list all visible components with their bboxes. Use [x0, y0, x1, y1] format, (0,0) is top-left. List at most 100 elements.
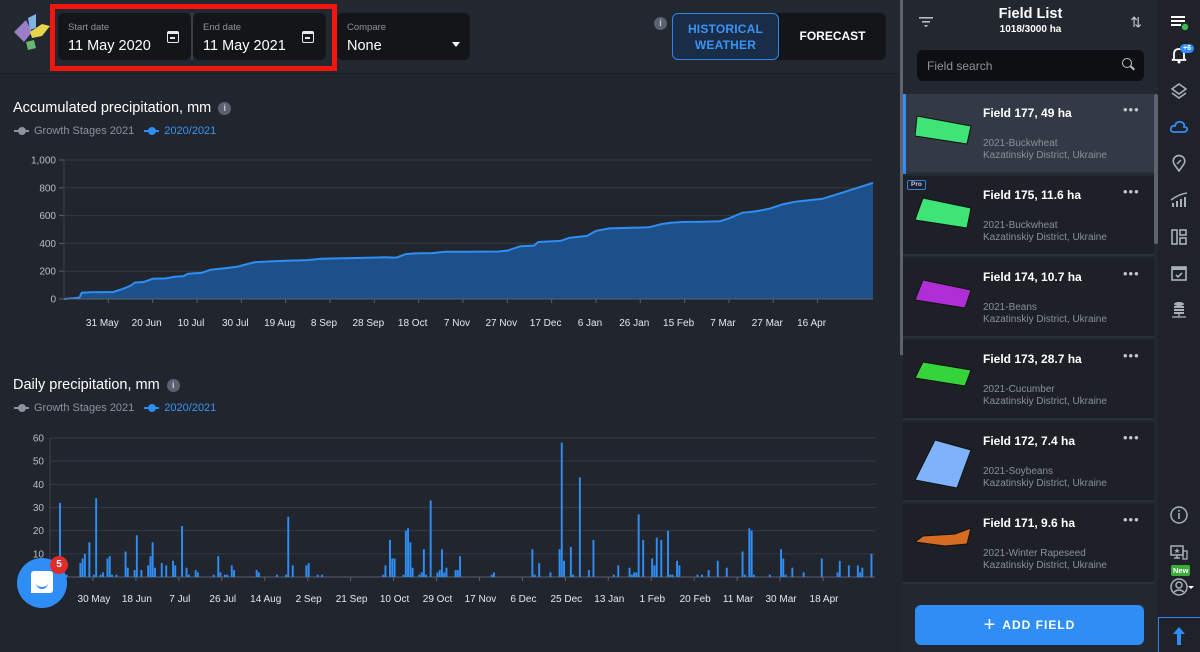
- field-name: Field 174, 10.7 ha: [983, 270, 1082, 284]
- field-crop: 2021-Buckwheat: [983, 138, 1058, 149]
- x-tick-label: 30 Mar: [766, 594, 798, 605]
- historical-label-line1: HISTORICAL: [687, 22, 764, 36]
- legend-marker-icon: [144, 404, 160, 412]
- field-location: Kazatinskiy District, Ukraine: [983, 314, 1107, 325]
- more-options-icon[interactable]: •••: [1123, 430, 1140, 445]
- field-name: Field 172, 7.4 ha: [983, 434, 1076, 448]
- field-list-item[interactable]: Field 171, 9.6 ha 2021-Winter Rapeseed Kaz…: [903, 504, 1154, 584]
- more-options-icon[interactable]: •••: [1123, 348, 1140, 363]
- x-tick-label: 26 Jul: [209, 594, 236, 605]
- forecast-button[interactable]: FORECAST: [779, 13, 886, 60]
- precip-bar: [784, 574, 787, 577]
- legend-season[interactable]: 2020/2021: [144, 125, 216, 137]
- y-tick-label: 60: [33, 434, 45, 445]
- whats-new-device-icon[interactable]: [1169, 543, 1189, 563]
- info-icon[interactable]: i: [166, 379, 180, 392]
- precip-bar: [655, 537, 658, 577]
- x-tick-label: 31 May: [86, 318, 119, 329]
- precip-bar: [635, 572, 638, 577]
- field-shape-icon: [915, 115, 972, 145]
- more-options-icon[interactable]: •••: [1123, 102, 1140, 117]
- legend-season[interactable]: 2020/2021: [144, 402, 216, 414]
- info-icon[interactable]: i: [654, 17, 667, 30]
- precip-bar: [592, 539, 595, 577]
- precip-bar: [637, 514, 640, 577]
- field-list-item[interactable]: Field 173, 28.7 ha 2021-Cucumber Kazatinsk…: [903, 340, 1154, 420]
- precip-bar: [124, 551, 127, 577]
- x-tick-label: 7 Nov: [444, 318, 470, 329]
- precip-bar: [160, 563, 163, 577]
- more-options-icon[interactable]: •••: [1123, 512, 1140, 527]
- x-tick-label: 30 May: [78, 594, 111, 605]
- field-list-item[interactable]: Field 174, 10.7 ha 2021-Beans Kazatinskiy …: [903, 258, 1154, 338]
- app-logo[interactable]: [12, 12, 52, 52]
- layers-icon[interactable]: [1169, 81, 1189, 101]
- field-search-input[interactable]: Field search: [917, 50, 1144, 81]
- right-nav-rail: +6 New: [1158, 0, 1200, 652]
- add-field-button[interactable]: + ADD FIELD: [915, 605, 1144, 645]
- precip-bar: [81, 558, 84, 577]
- precip-bar: [725, 567, 728, 577]
- precip-bar: [549, 572, 552, 577]
- field-crop: 2021-Winter Rapeseed: [983, 548, 1086, 559]
- precip-bar: [194, 570, 197, 577]
- precip-bar: [230, 565, 233, 577]
- precip-bar: [224, 574, 226, 577]
- historical-weather-button[interactable]: HISTORICAL WEATHER: [672, 13, 779, 60]
- arrow-up-icon: [1173, 627, 1185, 645]
- precip-bar: [454, 570, 457, 577]
- precip-bar: [187, 574, 190, 577]
- precip-bar: [181, 526, 184, 577]
- precip-bar: [490, 574, 493, 577]
- precip-bar: [443, 572, 446, 577]
- field-list-item[interactable]: Field 177, 49 ha 2021-Buckwheat Kazatinski…: [903, 94, 1154, 174]
- info-icon[interactable]: i: [218, 102, 232, 115]
- precip-bar: [836, 572, 839, 577]
- x-tick-label: 1 Feb: [639, 594, 665, 605]
- field-list-panel: Field List 1018/3000 ha ⇅ Field search F…: [903, 0, 1158, 652]
- legend-growth-stages[interactable]: Growth Stages 2021: [14, 402, 134, 414]
- scroll-to-top-button[interactable]: [1158, 617, 1200, 652]
- precip-bar: [108, 556, 111, 577]
- x-tick-label: 17 Nov: [465, 594, 497, 605]
- precip-bar: [563, 560, 566, 577]
- x-tick-label: 28 Sep: [352, 318, 384, 329]
- precip-bar: [411, 567, 414, 577]
- legend-growth-stages[interactable]: Growth Stages 2021: [14, 125, 134, 137]
- dashboard-layout-icon[interactable]: [1169, 227, 1189, 247]
- y-tick-label: 40: [33, 480, 45, 491]
- account-menu-icon[interactable]: [1169, 577, 1195, 597]
- compare-select[interactable]: Compare None: [337, 13, 470, 60]
- database-icon[interactable]: [1169, 300, 1189, 320]
- precip-bar: [404, 530, 407, 577]
- location-pin-icon[interactable]: [1169, 153, 1189, 173]
- weather-cloud-icon[interactable]: [1169, 117, 1189, 137]
- x-tick-label: 25 Dec: [550, 594, 582, 605]
- precip-bar: [856, 565, 859, 577]
- more-options-icon[interactable]: •••: [1123, 184, 1140, 199]
- analytics-signal-icon[interactable]: [1169, 190, 1189, 210]
- precip-bar: [572, 574, 575, 577]
- precip-bar: [847, 565, 850, 577]
- sort-icon[interactable]: ⇅: [1130, 14, 1142, 31]
- field-list-item[interactable]: Field 172, 7.4 ha 2021-Soybeans Kazatinski…: [903, 422, 1154, 502]
- calendar-task-icon[interactable]: [1169, 263, 1189, 283]
- precip-bar: [196, 572, 199, 577]
- search-icon[interactable]: [1122, 58, 1132, 68]
- x-tick-label: 15 Feb: [663, 318, 695, 329]
- info-circle-icon[interactable]: [1169, 505, 1189, 525]
- precip-bar: [791, 567, 794, 577]
- field-list-item[interactable]: Field 175, 11.6 ha 2021-Buckwheat Kazatins…: [903, 176, 1154, 256]
- precip-bar: [384, 565, 387, 577]
- field-name: Field 173, 28.7 ha: [983, 352, 1082, 366]
- chat-bubble-icon: [31, 571, 53, 593]
- precip-bar: [741, 551, 744, 577]
- precip-bar: [633, 572, 636, 577]
- precip-bar: [436, 572, 439, 577]
- more-options-icon[interactable]: •••: [1123, 266, 1140, 281]
- precip-bar: [538, 563, 541, 577]
- menu-icon[interactable]: [1169, 12, 1189, 32]
- field-shape-icon: [915, 361, 972, 387]
- x-tick-label: 18 Oct: [398, 318, 428, 329]
- precip-bar: [389, 539, 391, 577]
